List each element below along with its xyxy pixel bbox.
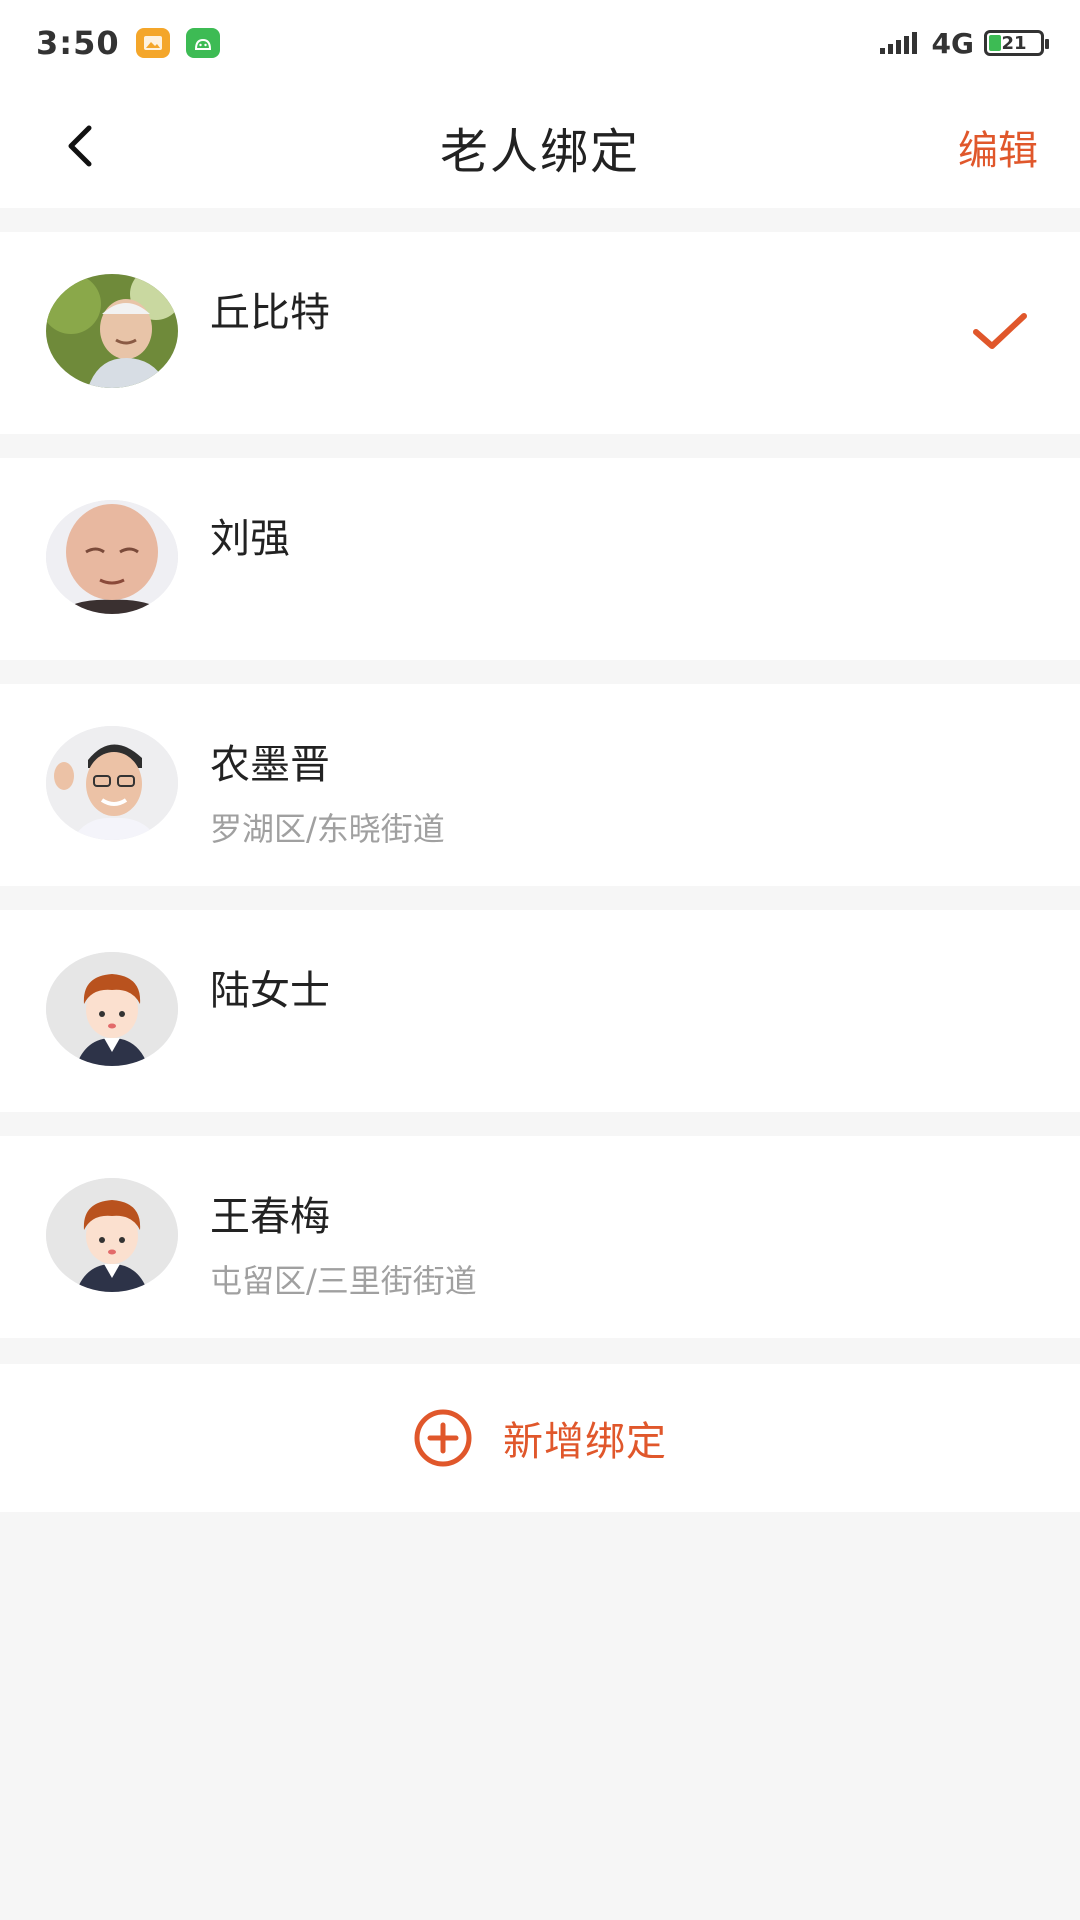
signal-icon — [879, 32, 917, 54]
gallery-app-icon — [135, 28, 170, 58]
status-time: 3:50 — [36, 24, 120, 62]
elder-address: 屯留区/三里街街道 — [210, 1262, 477, 1300]
checkmark-icon — [973, 313, 1027, 349]
avatar — [46, 274, 178, 388]
elder-name: 丘比特 — [210, 290, 330, 336]
avatar — [46, 500, 178, 614]
battery-level: 21 — [1001, 32, 1027, 54]
edit-button[interactable]: 编辑 — [958, 118, 1038, 176]
add-binding-label: 新增绑定 — [503, 1419, 667, 1465]
elder-row[interactable]: 刘强 — [0, 458, 1080, 660]
avatar — [46, 1178, 178, 1292]
nav-bar: 老人绑定 编辑 — [0, 86, 1080, 208]
elder-name: 陆女士 — [210, 968, 330, 1014]
elder-name: 王春梅 — [210, 1194, 330, 1240]
status-indicators: 4G 21 — [879, 26, 1049, 60]
android-app-icon — [185, 28, 220, 58]
status-bar: 3:50 4G 21 — [0, 0, 1080, 86]
battery-icon: 21 — [984, 30, 1049, 56]
elder-row[interactable]: 农墨晋 罗湖区/东晓街道 — [0, 684, 1080, 886]
page-title: 老人绑定 — [439, 124, 640, 180]
network-type: 4G — [931, 26, 974, 60]
avatar — [46, 952, 178, 1066]
add-binding-button[interactable]: 新增绑定 — [0, 1364, 1080, 1512]
elder-name: 农墨晋 — [210, 742, 330, 788]
back-arrow-icon — [68, 125, 92, 167]
elder-name: 刘强 — [210, 516, 290, 562]
elder-row[interactable]: 陆女士 — [0, 910, 1080, 1112]
elder-row[interactable]: 丘比特 — [0, 232, 1080, 434]
plus-circle-icon — [414, 1409, 472, 1467]
back-button[interactable] — [50, 116, 110, 176]
elder-address: 罗湖区/东晓街道 — [210, 810, 445, 848]
elder-row[interactable]: 王春梅 屯留区/三里街街道 — [0, 1136, 1080, 1338]
avatar — [46, 726, 178, 840]
elder-list: 丘比特 刘强 农墨晋 罗湖区/东晓街道 陆女士 王春梅 屯留区/三里街街道 — [0, 232, 1080, 1362]
